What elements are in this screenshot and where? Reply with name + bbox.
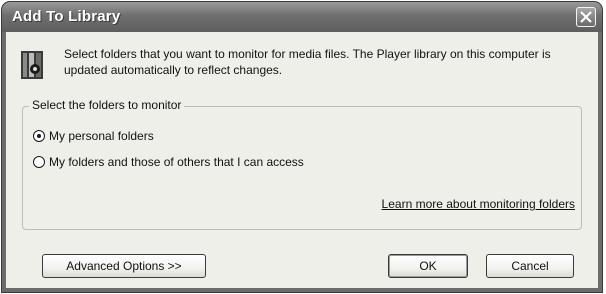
learn-more-link[interactable]: Learn more about monitoring folders [382,197,575,211]
dialog-body: Select folders that you want to monitor … [6,32,598,288]
folder-monitor-group: Select the folders to monitor My persona… [22,98,582,230]
title-bar[interactable]: Add To Library [2,2,602,32]
dialog-title: Add To Library [12,8,121,25]
media-library-icon [21,51,43,79]
ok-button[interactable]: OK [388,254,468,278]
cancel-button[interactable]: Cancel [486,254,574,278]
radio-button-checked[interactable] [33,130,45,142]
close-icon [580,11,592,23]
radio-personal-folders[interactable]: My personal folders [33,129,154,143]
radio-button[interactable] [33,156,45,168]
radio-label-all: My folders and those of others that I ca… [49,155,304,169]
add-to-library-dialog: Add To Library Select folders that you w… [2,2,602,292]
group-legend: Select the folders to monitor [29,98,185,112]
info-description: Select folders that you want to monitor … [64,47,551,77]
close-button[interactable] [576,7,596,27]
page: Add To Library Select folders that you w… [0,0,606,294]
radio-label-personal: My personal folders [49,129,154,143]
radio-all-folders[interactable]: My folders and those of others that I ca… [33,155,304,169]
advanced-options-button[interactable]: Advanced Options >> [42,254,206,278]
